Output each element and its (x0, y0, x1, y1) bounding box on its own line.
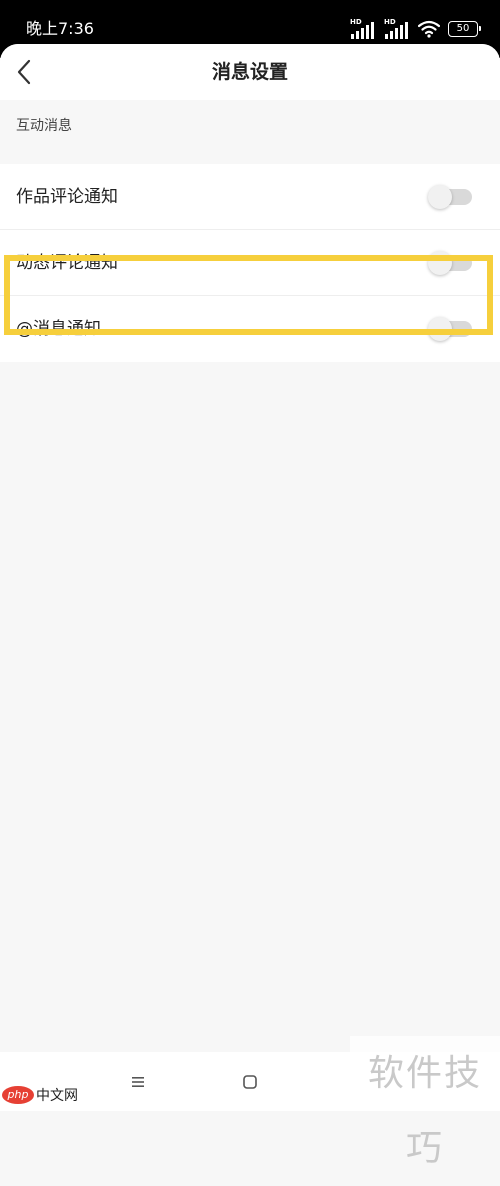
setting-row-feed-comment: 动态评论通知 (0, 230, 500, 296)
status-icons: HD HD 50 (350, 16, 481, 42)
app-screen: 消息设置 互动消息 作品评论通知 动态评论通知 @消息通知 (0, 44, 500, 1111)
menu-icon[interactable] (128, 1072, 148, 1092)
toggle-knob (428, 251, 452, 275)
setting-row-work-comment: 作品评论通知 (0, 164, 500, 230)
toggle-knob (428, 185, 452, 209)
toggle-knob (428, 317, 452, 341)
watermark-php-site: 中文网 (36, 1088, 78, 1104)
page-title: 消息设置 (211, 61, 288, 83)
watermark-software-tips: 软件技巧 (350, 1036, 500, 1169)
signal-icon: HD (350, 18, 376, 40)
watermark-php-badge: php (2, 1086, 34, 1104)
navigation-bar: 消息设置 (0, 44, 500, 100)
setting-label: 作品评论通知 (16, 187, 118, 207)
setting-row-mention: @消息通知 (0, 296, 500, 362)
wifi-icon (417, 20, 441, 38)
status-time: 晚上7:36 (26, 19, 94, 38)
setting-label: 动态评论通知 (16, 253, 118, 273)
setting-label: @消息通知 (16, 319, 101, 339)
battery-level: 50 (456, 23, 470, 34)
section-header-interaction: 互动消息 (16, 118, 72, 134)
battery-icon: 50 (448, 21, 481, 37)
signal-icon: HD (384, 18, 410, 40)
home-icon[interactable] (240, 1072, 260, 1092)
mention-toggle[interactable] (428, 317, 472, 341)
settings-list: 作品评论通知 动态评论通知 @消息通知 (0, 164, 500, 362)
feed-comment-toggle[interactable] (428, 251, 472, 275)
work-comment-toggle[interactable] (428, 185, 472, 209)
